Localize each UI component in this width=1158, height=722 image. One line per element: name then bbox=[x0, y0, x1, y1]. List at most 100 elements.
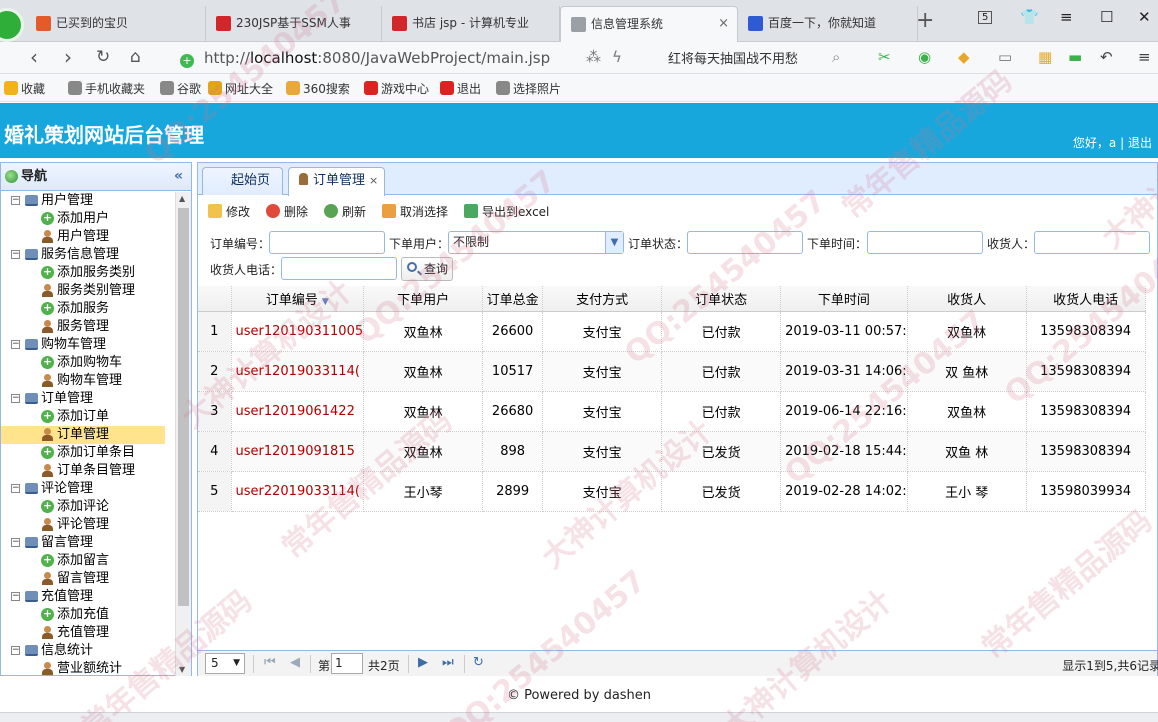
column-header[interactable]: 下单用户 bbox=[363, 286, 484, 312]
collapse-toggle-icon[interactable]: − bbox=[11, 538, 20, 547]
sort-desc-icon[interactable]: ▼ bbox=[322, 297, 329, 307]
nav-item[interactable]: 留言管理 bbox=[1, 570, 175, 588]
nav-item[interactable]: + 添加用户 bbox=[1, 210, 175, 228]
edit-button[interactable]: 修改 bbox=[208, 203, 250, 220]
back-icon[interactable]: ‹ bbox=[30, 45, 38, 69]
collapse-toggle-icon[interactable]: − bbox=[11, 646, 20, 655]
table-row[interactable]: 5 user22019033114(王小琴 2899 支付宝 已发货 2019-02-28… bbox=[198, 471, 1146, 512]
apps-icon[interactable]: ▦ bbox=[1038, 48, 1052, 66]
nav-item[interactable]: + 添加订单 bbox=[1, 408, 175, 426]
nav-group[interactable]: − 用户管理 bbox=[1, 192, 175, 210]
table-row[interactable]: 4 user12019091815 双鱼林 898 支付宝 已发货 2019-02-18 1… bbox=[198, 431, 1146, 472]
window-maximize-icon[interactable]: ☐ bbox=[1100, 8, 1113, 26]
next-page-icon[interactable]: ▶ bbox=[418, 655, 428, 670]
tab-close-icon[interactable]: × bbox=[369, 174, 378, 187]
tab-order-management[interactable]: 订单管理 × bbox=[288, 167, 386, 196]
nav-item[interactable]: + 添加订单条目 bbox=[1, 444, 175, 462]
cancel-select-button[interactable]: 取消选择 bbox=[382, 203, 448, 220]
status-input[interactable] bbox=[687, 231, 803, 254]
nav-item[interactable]: + 添加购物车 bbox=[1, 354, 175, 372]
shield-icon[interactable]: ◆ bbox=[958, 48, 970, 66]
shirt-icon[interactable]: 👕 bbox=[1020, 8, 1039, 26]
column-header[interactable]: 支付方式 bbox=[542, 286, 663, 312]
menu-icon[interactable]: ≡ bbox=[1060, 8, 1073, 26]
table-row[interactable]: 2 user12019033114(双鱼林 10517 支付宝 已付款 2019-03-3… bbox=[198, 351, 1146, 392]
nav-item[interactable]: 充值管理 bbox=[1, 624, 175, 642]
nav-group[interactable]: − 留言管理 bbox=[1, 534, 175, 552]
home-icon[interactable]: ⌂ bbox=[130, 47, 141, 67]
column-header[interactable]: 收货人电话 bbox=[1026, 286, 1146, 312]
bookmark-item[interactable]: 手机收藏夹 bbox=[68, 80, 145, 97]
query-button[interactable]: 查询 bbox=[401, 257, 454, 281]
page-number-input[interactable]: 1 bbox=[331, 653, 363, 674]
browser-tab[interactable]: 已买到的宝贝 bbox=[26, 6, 206, 42]
collapse-toggle-icon[interactable]: − bbox=[11, 394, 20, 403]
export-excel-button[interactable]: 导出到excel bbox=[464, 203, 549, 220]
nav-group[interactable]: − 充值管理 bbox=[1, 588, 175, 606]
bookmark-item[interactable]: 收藏 bbox=[4, 80, 45, 97]
chevron-down-icon[interactable]: ▼ bbox=[233, 654, 240, 673]
nav-group[interactable]: − 购物车管理 bbox=[1, 336, 175, 354]
time-input[interactable] bbox=[867, 231, 983, 254]
prev-page-icon[interactable]: ◀ bbox=[290, 655, 300, 670]
table-row[interactable]: 1 user120190311005 双鱼林 26600 支付宝 已付款 2019-03-1… bbox=[198, 311, 1146, 352]
column-header[interactable]: 订单状态 bbox=[661, 286, 782, 312]
nav-item[interactable]: + 添加服务类别 bbox=[1, 264, 175, 282]
browser-tab[interactable]: 230JSP基于SSM人事 bbox=[206, 6, 382, 42]
search-icon[interactable]: ⌕ bbox=[832, 48, 840, 66]
collapse-toggle-icon[interactable]: − bbox=[11, 592, 20, 601]
nav-group[interactable]: − 服务信息管理 bbox=[1, 246, 175, 264]
nav-item[interactable]: 服务类别管理 bbox=[1, 282, 175, 300]
close-tab-icon[interactable]: × bbox=[718, 7, 729, 41]
table-row[interactable]: 3 user12019061422 双鱼林 26680 支付宝 已付款 2019-06-14… bbox=[198, 391, 1146, 432]
battery-icon[interactable]: ▬ bbox=[1068, 48, 1082, 66]
tab-count-badge[interactable]: 5 bbox=[978, 11, 993, 24]
nav-group[interactable]: − 评论管理 bbox=[1, 480, 175, 498]
order-no-input[interactable] bbox=[269, 231, 385, 254]
nav-item[interactable]: 订单管理 bbox=[1, 426, 165, 444]
collapse-toggle-icon[interactable]: − bbox=[11, 340, 20, 349]
scroll-down-icon[interactable]: ▼ bbox=[179, 665, 185, 674]
browser-tab[interactable]: 百度一下，你就知道 bbox=[738, 6, 918, 42]
bookmark-item[interactable]: 退出 bbox=[440, 80, 481, 97]
qr-icon[interactable]: ⁂ bbox=[586, 48, 601, 66]
scissors-icon[interactable]: ✂ bbox=[878, 48, 891, 66]
delete-button[interactable]: 删除 bbox=[266, 203, 308, 220]
new-tab-button[interactable]: + bbox=[916, 8, 934, 33]
bookmark-item[interactable]: 网址大全 bbox=[208, 80, 273, 97]
nav-group[interactable]: − 订单管理 bbox=[1, 390, 175, 408]
logout-link[interactable]: 退出 bbox=[1128, 136, 1152, 150]
translate-icon[interactable]: ◉ bbox=[918, 48, 931, 66]
first-page-icon[interactable]: ⏮ bbox=[264, 655, 276, 670]
refresh-button[interactable]: 刷新 bbox=[324, 203, 366, 220]
column-header[interactable]: 订单编号 ▼ bbox=[231, 286, 365, 312]
user-select[interactable]: 不限制 ▼ bbox=[448, 231, 624, 254]
bookmark-item[interactable]: 谷歌 bbox=[160, 80, 201, 97]
nav-item[interactable]: 订单条目管理 bbox=[1, 462, 175, 480]
nav-item[interactable]: 营业额统计 bbox=[1, 660, 175, 676]
last-page-icon[interactable]: ⏭ bbox=[442, 655, 454, 670]
nav-item[interactable]: + 添加服务 bbox=[1, 300, 175, 318]
collapse-icon[interactable]: « bbox=[174, 163, 183, 190]
nav-item[interactable]: + 添加评论 bbox=[1, 498, 175, 516]
bookmark-item[interactable]: 游戏中心 bbox=[364, 80, 429, 97]
window-close-icon[interactable]: ✕ bbox=[1138, 8, 1151, 26]
scroll-up-icon[interactable]: ▲ bbox=[179, 194, 185, 203]
reload-icon[interactable]: ↻ bbox=[96, 47, 110, 67]
chevron-down-icon[interactable]: ▼ bbox=[605, 232, 623, 253]
bookmark-item[interactable]: 360搜索 bbox=[286, 80, 350, 97]
column-header[interactable]: 收货人 bbox=[907, 286, 1027, 312]
column-header[interactable]: 订单总金 bbox=[482, 286, 544, 312]
nav-group[interactable]: − 信息统计 bbox=[1, 642, 175, 660]
collapse-toggle-icon[interactable]: − bbox=[11, 196, 20, 205]
tab-home[interactable]: 起始页 bbox=[202, 167, 284, 195]
nav-scrollbar[interactable]: ▲ ▼ bbox=[175, 192, 191, 676]
nav-item[interactable]: + 添加留言 bbox=[1, 552, 175, 570]
bookmark-item[interactable]: 选择照片 bbox=[496, 80, 561, 97]
chat-icon[interactable]: ▭ bbox=[998, 48, 1012, 66]
nav-item[interactable]: + 添加充值 bbox=[1, 606, 175, 624]
promo-text[interactable]: 红将每天抽国战不用愁 bbox=[668, 48, 798, 67]
phone-input[interactable] bbox=[281, 257, 397, 280]
forward-icon[interactable]: › bbox=[64, 45, 72, 69]
scroll-thumb[interactable] bbox=[178, 208, 189, 606]
